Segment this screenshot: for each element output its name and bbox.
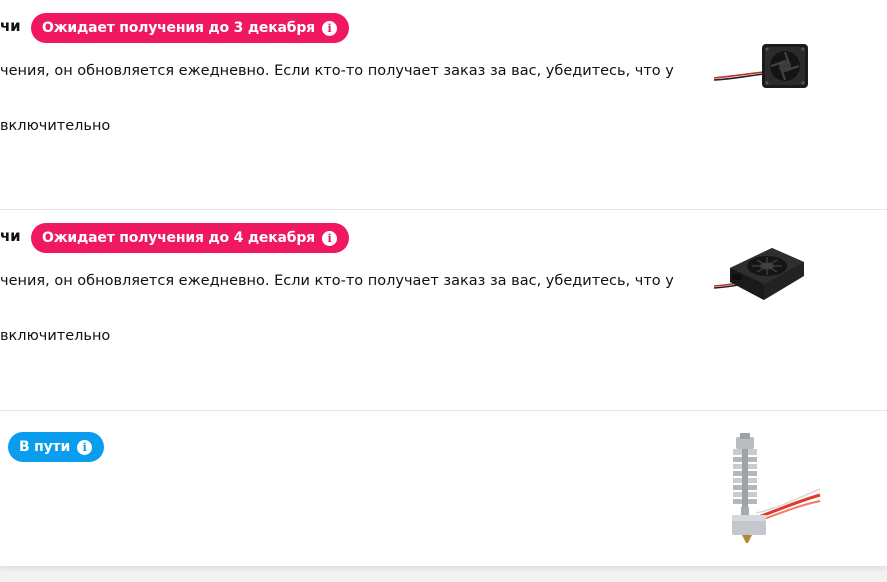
status-badge[interactable]: Ожидает получения до 4 декабря i (31, 223, 349, 253)
status-badge-label: Ожидает получения до 3 декабря (42, 20, 315, 36)
order-item: чи Ожидает получения до 3 декабря i чени… (0, 0, 887, 209)
info-icon[interactable]: i (77, 439, 93, 455)
status-badge[interactable]: Ожидает получения до 3 декабря i (31, 13, 349, 43)
order-description: чения, он обновляется ежедневно. Если кт… (0, 273, 674, 289)
orders-card: чи Ожидает получения до 3 декабря i чени… (0, 0, 887, 566)
order-item: чи Ожидает получения до 4 декабря i чени… (0, 209, 887, 419)
status-badge[interactable]: В пути i (8, 432, 105, 462)
order-title: чи (0, 17, 21, 35)
hotend-heatsink-icon[interactable] (712, 433, 822, 545)
mini-cooling-fan-icon[interactable] (712, 38, 812, 94)
order-date-note: включительно (0, 328, 111, 344)
status-badge-label: Ожидает получения до 4 декабря (42, 230, 315, 246)
order-description: чения, он обновляется ежедневно. Если кт… (0, 63, 674, 79)
status-badge-label: В пути (19, 439, 71, 455)
order-title: чи (0, 227, 21, 245)
info-icon[interactable]: i (321, 20, 337, 36)
order-item: В пути i (0, 410, 887, 566)
info-icon[interactable]: i (321, 230, 337, 246)
blower-fan-icon[interactable] (712, 238, 812, 308)
order-date-note: включительно (0, 118, 111, 134)
